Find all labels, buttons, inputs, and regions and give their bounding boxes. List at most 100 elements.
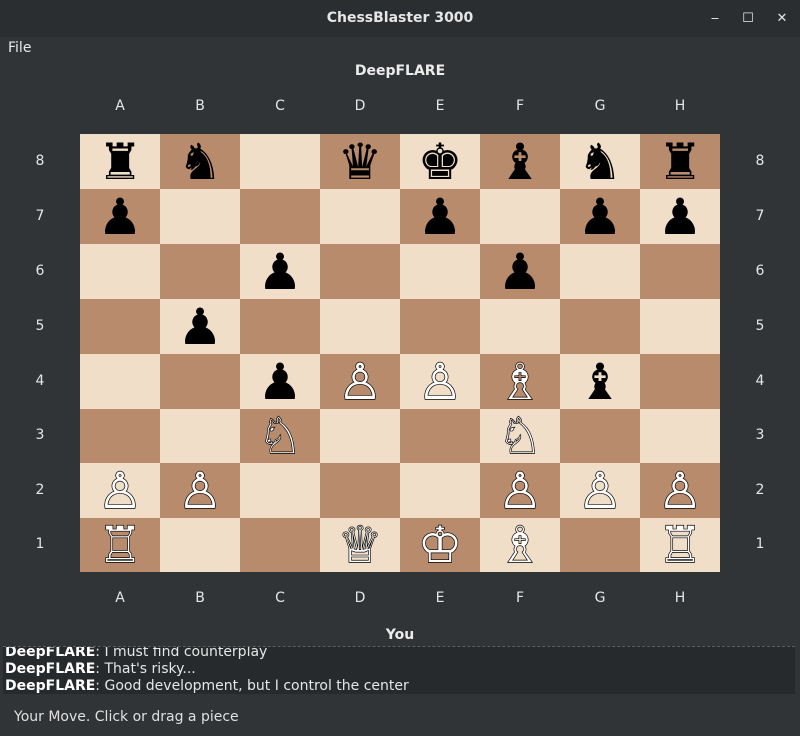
square-c7[interactable]: [240, 189, 320, 244]
white-king-icon[interactable]: ♔: [417, 519, 463, 570]
square-h7[interactable]: ♟: [640, 189, 720, 244]
square-e5[interactable]: [400, 299, 480, 354]
square-f4[interactable]: ♗: [480, 354, 560, 409]
square-a8[interactable]: ♜: [80, 134, 160, 189]
square-e7[interactable]: ♟: [400, 189, 480, 244]
square-b7[interactable]: [160, 189, 240, 244]
square-g2[interactable]: ♙: [560, 463, 640, 518]
square-b2[interactable]: ♙: [160, 463, 240, 518]
white-rook-icon[interactable]: ♖: [97, 519, 143, 570]
white-bishop-icon[interactable]: ♗: [497, 356, 543, 407]
square-g4[interactable]: ♝: [560, 354, 640, 409]
square-f6[interactable]: ♟: [480, 244, 560, 299]
square-e1[interactable]: ♔: [400, 518, 480, 572]
white-pawn-icon[interactable]: ♙: [337, 356, 383, 407]
square-d3[interactable]: [320, 409, 400, 463]
square-c8[interactable]: [240, 134, 320, 189]
square-b3[interactable]: [160, 409, 240, 463]
square-e8[interactable]: ♚: [400, 134, 480, 189]
black-knight-icon[interactable]: ♞: [178, 137, 223, 187]
square-f3[interactable]: ♘: [480, 409, 560, 463]
square-h5[interactable]: [640, 299, 720, 354]
square-b5[interactable]: ♟: [160, 299, 240, 354]
white-bishop-icon[interactable]: ♗: [497, 519, 543, 570]
square-d2[interactable]: [320, 463, 400, 518]
square-b6[interactable]: [160, 244, 240, 299]
square-f5[interactable]: [480, 299, 560, 354]
square-a7[interactable]: ♟: [80, 189, 160, 244]
square-g7[interactable]: ♟: [560, 189, 640, 244]
square-d8[interactable]: ♛: [320, 134, 400, 189]
square-a5[interactable]: [80, 299, 160, 354]
square-c6[interactable]: ♟: [240, 244, 320, 299]
square-c1[interactable]: [240, 518, 320, 572]
square-g6[interactable]: [560, 244, 640, 299]
white-pawn-icon[interactable]: ♙: [177, 465, 223, 516]
black-bishop-icon[interactable]: ♝: [498, 137, 543, 187]
maximize-button[interactable]: ☐: [735, 6, 761, 32]
close-button[interactable]: ✕: [769, 6, 795, 32]
black-pawn-icon[interactable]: ♟: [418, 192, 463, 242]
square-a4[interactable]: [80, 354, 160, 409]
white-pawn-icon[interactable]: ♙: [417, 356, 463, 407]
square-f8[interactable]: ♝: [480, 134, 560, 189]
minimize-button[interactable]: ‒: [702, 6, 728, 32]
square-d1[interactable]: ♕: [320, 518, 400, 572]
black-pawn-icon[interactable]: ♟: [178, 302, 223, 352]
square-d7[interactable]: [320, 189, 400, 244]
square-c5[interactable]: [240, 299, 320, 354]
black-knight-icon[interactable]: ♞: [578, 137, 623, 187]
square-h1[interactable]: ♖: [640, 518, 720, 572]
white-pawn-icon[interactable]: ♙: [577, 465, 623, 516]
square-e6[interactable]: [400, 244, 480, 299]
square-f7[interactable]: [480, 189, 560, 244]
white-rook-icon[interactable]: ♖: [657, 519, 703, 570]
square-e2[interactable]: [400, 463, 480, 518]
square-g1[interactable]: [560, 518, 640, 572]
square-g5[interactable]: [560, 299, 640, 354]
square-g3[interactable]: [560, 409, 640, 463]
black-pawn-icon[interactable]: ♟: [258, 247, 303, 297]
black-rook-icon[interactable]: ♜: [98, 137, 143, 187]
white-pawn-icon[interactable]: ♙: [97, 465, 143, 516]
black-pawn-icon[interactable]: ♟: [658, 192, 703, 242]
square-a1[interactable]: ♖: [80, 518, 160, 572]
square-d5[interactable]: [320, 299, 400, 354]
square-h8[interactable]: ♜: [640, 134, 720, 189]
black-rook-icon[interactable]: ♜: [658, 137, 703, 187]
square-b4[interactable]: [160, 354, 240, 409]
square-c4[interactable]: ♟: [240, 354, 320, 409]
menu-file[interactable]: File: [8, 40, 31, 56]
square-g8[interactable]: ♞: [560, 134, 640, 189]
white-pawn-icon[interactable]: ♙: [497, 465, 543, 516]
black-queen-icon[interactable]: ♛: [338, 137, 383, 187]
square-e3[interactable]: [400, 409, 480, 463]
black-king-icon[interactable]: ♚: [418, 137, 463, 187]
square-h6[interactable]: [640, 244, 720, 299]
white-pawn-icon[interactable]: ♙: [657, 465, 703, 516]
chat-log[interactable]: DeepFLARE: I must find counterplay DeepF…: [3, 646, 795, 694]
square-a6[interactable]: [80, 244, 160, 299]
square-f1[interactable]: ♗: [480, 518, 560, 572]
black-bishop-icon[interactable]: ♝: [578, 357, 623, 407]
square-d6[interactable]: [320, 244, 400, 299]
white-queen-icon[interactable]: ♕: [337, 519, 383, 570]
square-h4[interactable]: [640, 354, 720, 409]
chess-board[interactable]: ♜ ♞ ♛ ♚ ♝ ♞ ♜ ♟ ♟ ♟ ♟ ♟ ♟ ♟ ♟ ♙ ♙ ♗ ♝ ♘ ♘ ♙ ♙ ♙ ♙ ♙ ♖ ♕ ♔ ♗ ♖: [80, 134, 720, 572]
square-d4[interactable]: ♙: [320, 354, 400, 409]
square-e4[interactable]: ♙: [400, 354, 480, 409]
square-b8[interactable]: ♞: [160, 134, 240, 189]
square-f2[interactable]: ♙: [480, 463, 560, 518]
square-a3[interactable]: [80, 409, 160, 463]
white-knight-icon[interactable]: ♘: [257, 410, 303, 461]
square-h3[interactable]: [640, 409, 720, 463]
black-pawn-icon[interactable]: ♟: [98, 192, 143, 242]
square-c2[interactable]: [240, 463, 320, 518]
square-c3[interactable]: ♘: [240, 409, 320, 463]
white-knight-icon[interactable]: ♘: [497, 410, 543, 461]
square-h2[interactable]: ♙: [640, 463, 720, 518]
black-pawn-icon[interactable]: ♟: [258, 357, 303, 407]
square-a2[interactable]: ♙: [80, 463, 160, 518]
black-pawn-icon[interactable]: ♟: [498, 247, 543, 297]
black-pawn-icon[interactable]: ♟: [578, 192, 623, 242]
